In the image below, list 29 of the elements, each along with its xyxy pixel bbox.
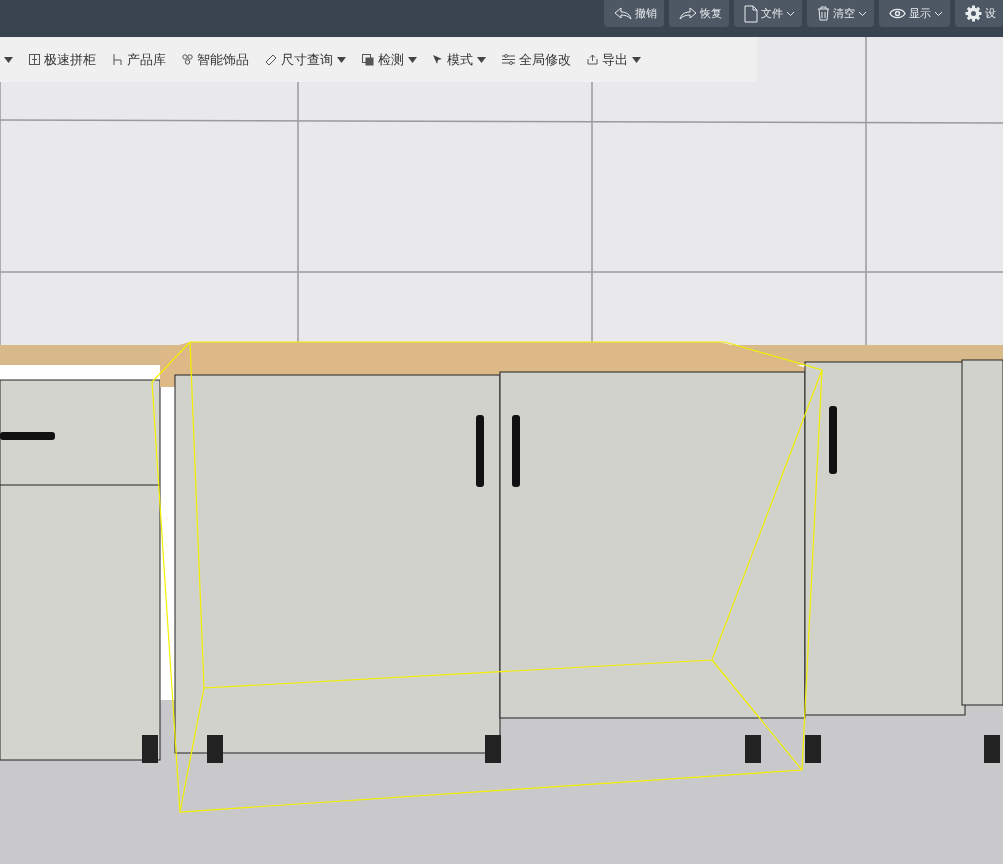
layers-icon — [362, 53, 374, 66]
ruler-icon — [265, 53, 277, 66]
toolbar-button[interactable]: 模式 — [433, 50, 486, 69]
trash-icon — [817, 6, 830, 21]
dropdown-button[interactable] — [4, 56, 13, 63]
toolbar-button[interactable]: 清空 — [807, 0, 874, 27]
toolbar-button[interactable]: 导出 — [587, 50, 641, 69]
toolbar-button[interactable]: 文件 — [734, 0, 802, 27]
sliders-icon — [502, 54, 515, 65]
caret-icon — [4, 56, 13, 63]
toolbar-button[interactable]: 产品库 — [112, 50, 166, 69]
redo-icon — [679, 6, 697, 21]
file-icon — [744, 4, 758, 23]
toolbar-button[interactable]: 恢复 — [669, 0, 729, 27]
undo-icon — [614, 6, 632, 21]
toolbar-button[interactable]: 撤销 — [604, 0, 664, 27]
toolbar-button[interactable]: 显示 — [879, 0, 950, 27]
toolbar-button[interactable]: 设 — [955, 0, 1003, 27]
toolbar-button[interactable]: 极速拼柜 — [29, 50, 96, 69]
toolbar-button[interactable]: 检测 — [362, 50, 417, 69]
settings-icon — [965, 5, 982, 22]
toolbar-button[interactable]: 尺寸查询 — [265, 50, 346, 69]
toolbar-button[interactable]: 全局修改 — [502, 50, 571, 69]
chair-icon — [112, 54, 123, 65]
grid-icon — [29, 54, 40, 65]
export-icon — [587, 54, 598, 65]
toolbar-button[interactable]: 智能饰品 — [182, 50, 249, 69]
eye-icon — [889, 8, 906, 19]
cursor-icon — [433, 54, 443, 65]
